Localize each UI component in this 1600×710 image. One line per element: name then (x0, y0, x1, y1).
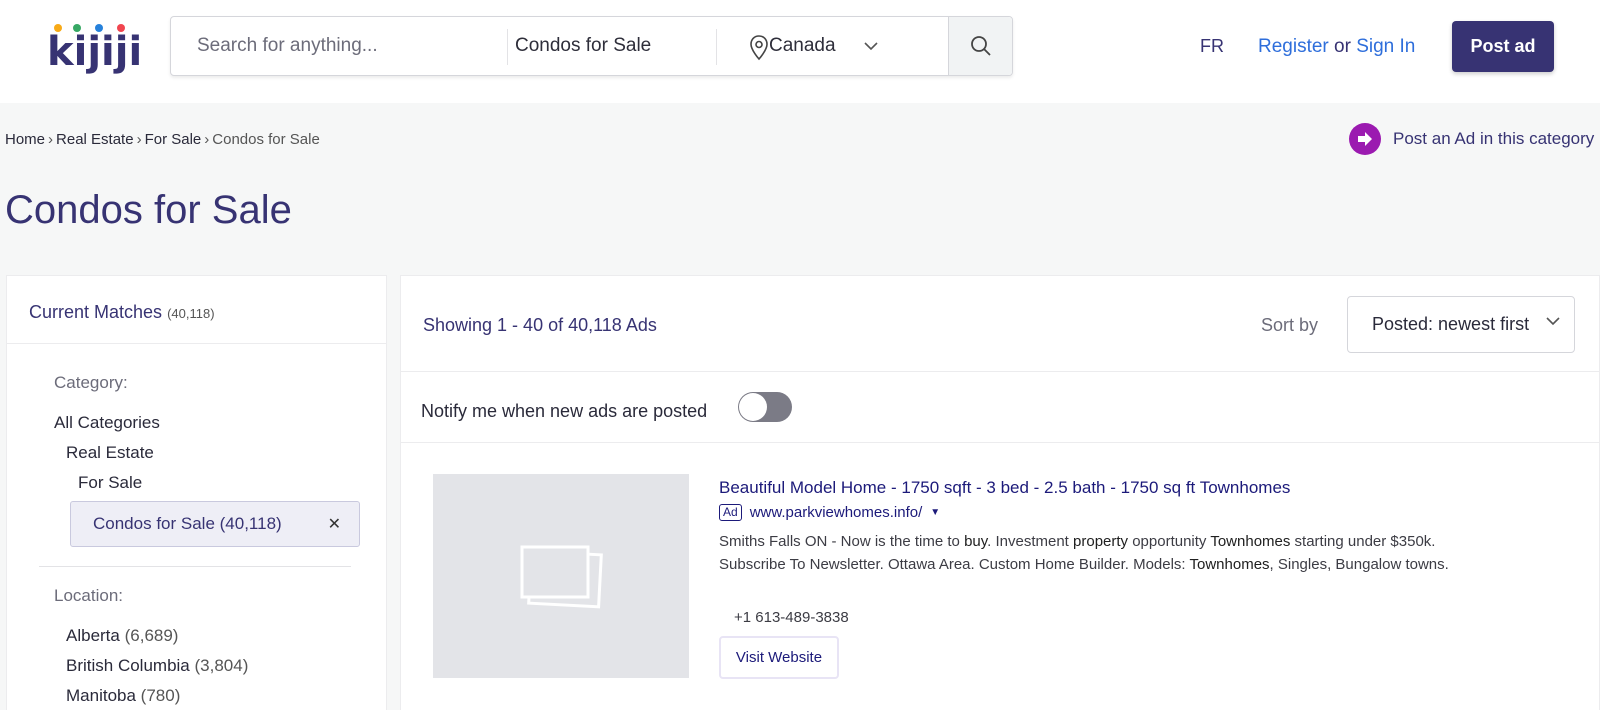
category-item-all[interactable]: All Categories (54, 413, 160, 433)
language-toggle[interactable]: FR (1200, 36, 1224, 57)
image-placeholder-icon (520, 545, 603, 609)
filters-sidebar: Current Matches (40,118) Category: All Ca… (6, 275, 387, 710)
category-item-real-estate[interactable]: Real Estate (66, 443, 154, 463)
ad-desc-keyword: property (1073, 533, 1129, 550)
close-icon[interactable]: ✕ (328, 514, 341, 534)
location-name: British Columbia (66, 656, 190, 675)
post-in-category-label: Post an Ad in this category (1393, 129, 1595, 148)
logo-dots (47, 24, 137, 34)
chevron-down-icon (1546, 317, 1560, 326)
ad-desc-text: , Singles, Bungalow towns. (1269, 556, 1449, 573)
ad-url-prefix: www.parkview (749, 504, 845, 521)
location-count: (780) (140, 686, 181, 705)
ad-desc-keyword: Townhomes (1189, 556, 1270, 573)
breadcrumb-separator: › (204, 131, 210, 148)
auth-or-text: or (1334, 36, 1351, 57)
auth-links: Register or Sign In (1258, 36, 1415, 58)
ad-desc-text: . Investment (987, 533, 1074, 550)
results-divider (401, 371, 1599, 372)
ad-phone[interactable]: +1 613-489-3838 (734, 609, 849, 626)
location-pin-icon (750, 35, 768, 61)
ad-url-row[interactable]: Ad www.parkview homes .info/ ▼ (719, 504, 940, 521)
ad-badge: Ad (719, 504, 742, 521)
location-name: Manitoba (66, 686, 136, 705)
location-item-british-columbia[interactable]: British Columbia (3,804) (66, 656, 248, 676)
breadcrumb-current: Condos for Sale (212, 131, 320, 148)
logo-letter: i (73, 29, 88, 75)
caret-down-icon[interactable]: ▼ (930, 507, 940, 518)
selected-category-label: Condos for Sale (40,118) (93, 514, 282, 533)
ad-desc-keyword: buy (964, 533, 988, 550)
arrow-right-circle-icon (1349, 123, 1381, 155)
location-value: Canada (769, 35, 836, 56)
site-header: kijiji Condos for Sale Canada FR Registe… (0, 0, 1600, 103)
logo-letter: k (47, 29, 74, 75)
page-title: Condos for Sale (5, 188, 292, 232)
location-item-alberta[interactable]: Alberta (6,689) (66, 626, 178, 646)
search-icon (970, 36, 991, 56)
results-count-text: Showing 1 - 40 of 40,118 Ads (423, 315, 657, 335)
search-bar: Condos for Sale Canada (170, 16, 1013, 76)
category-select-value: Condos for Sale (515, 35, 652, 56)
selected-category-pill: Condos for Sale (40,118) ✕ (70, 501, 360, 547)
ad-desc-text: Smiths Falls ON - Now is the time to (719, 533, 965, 550)
register-link[interactable]: Register (1258, 36, 1329, 57)
results-panel: Showing 1 - 40 of 40,118 Ads Sort by Pos… (400, 275, 1600, 710)
category-select[interactable]: Condos for Sale (515, 17, 878, 75)
location-item-manitoba[interactable]: Manitoba (780) (66, 686, 180, 706)
ad-image-placeholder[interactable] (433, 474, 689, 678)
logo-letter: i (128, 29, 143, 75)
search-input[interactable] (197, 17, 497, 75)
breadcrumb-link[interactable]: Real Estate (56, 131, 134, 148)
location-select[interactable]: Canada (729, 17, 929, 75)
category-item-for-sale[interactable]: For Sale (78, 473, 142, 493)
search-divider (716, 29, 717, 65)
current-matches-label: Current Matches (29, 302, 163, 322)
post-ad-button[interactable]: Post ad (1452, 21, 1554, 72)
logo-letter: j (87, 29, 102, 75)
sort-select[interactable]: Posted: newest first (1347, 296, 1575, 353)
logo-letter: i (101, 29, 115, 75)
breadcrumb: Home › Real Estate › For Sale › Condos for Sal… (5, 131, 320, 148)
breadcrumb-link[interactable]: For Sale (145, 131, 202, 148)
post-in-category-link[interactable]: Post an Ad in this category (1349, 123, 1594, 155)
breadcrumb-separator: › (48, 131, 54, 148)
notify-toggle[interactable] (738, 392, 792, 422)
location-filter-label: Location: (54, 586, 123, 605)
signin-link[interactable]: Sign In (1356, 36, 1415, 57)
ad-description: Smiths Falls ON - Now is the time to buy… (719, 530, 1479, 576)
kijiji-logo[interactable]: kijiji (47, 20, 142, 72)
ad-desc-text: opportunity (1128, 533, 1211, 550)
sort-label: Sort by (1261, 315, 1319, 335)
location-count: (3,804) (194, 656, 249, 675)
search-button[interactable] (948, 17, 1012, 75)
notify-label: Notify me when new ads are posted (421, 401, 708, 421)
logo-letter: j (114, 29, 129, 75)
ad-url-suffix: .info/ (889, 504, 923, 521)
ad-url-bold: homes (844, 504, 890, 521)
ad-title-link[interactable]: Beautiful Model Home - 1750 sqft - 3 bed… (719, 478, 1290, 498)
breadcrumb-separator: › (136, 131, 142, 148)
location-count: (6,689) (124, 626, 179, 645)
toggle-knob (739, 393, 767, 421)
sort-select-value: Posted: newest first (1372, 314, 1530, 334)
category-filter-label: Category: (54, 373, 128, 392)
results-divider (401, 442, 1599, 443)
search-divider (507, 29, 508, 65)
sidebar-divider (39, 566, 351, 567)
current-matches-header: Current Matches (40,118) (7, 276, 386, 344)
location-name: Alberta (66, 626, 120, 645)
visit-website-button[interactable]: Visit Website (719, 636, 839, 679)
breadcrumb-link[interactable]: Home (5, 131, 45, 148)
ad-desc-keyword: Townhomes (1210, 533, 1291, 550)
current-matches-count: (40,118) (167, 306, 215, 321)
